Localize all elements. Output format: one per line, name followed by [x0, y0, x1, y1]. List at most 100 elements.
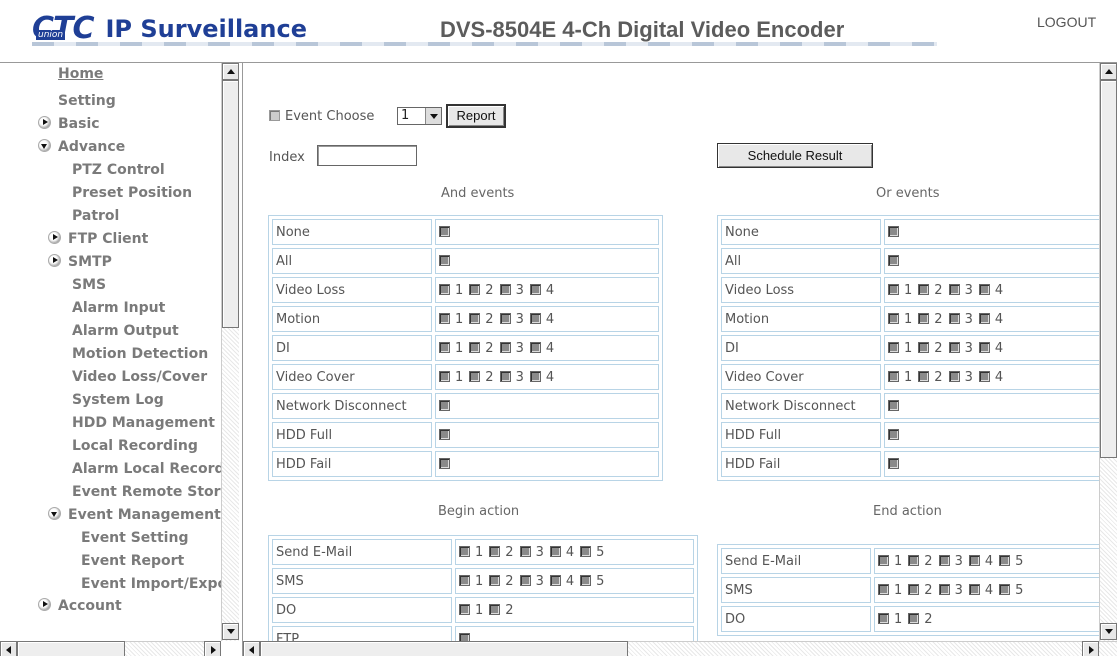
- checkbox-2[interactable]: [489, 603, 501, 615]
- checkbox-2[interactable]: [489, 545, 501, 557]
- checkbox-4[interactable]: [549, 574, 561, 586]
- logout-link[interactable]: LOGOUT: [1037, 14, 1096, 30]
- checkbox-3[interactable]: [519, 574, 531, 586]
- checkbox-2[interactable]: [469, 283, 481, 295]
- scroll-left-arrow-icon[interactable]: [243, 641, 260, 656]
- checkbox-2[interactable]: [908, 554, 920, 566]
- checkbox-1[interactable]: [888, 370, 899, 382]
- checkbox[interactable]: [439, 254, 450, 266]
- nav-event-import-export[interactable]: Event Import/Export: [81, 574, 222, 594]
- checkbox-1[interactable]: [439, 341, 450, 353]
- checkbox-3[interactable]: [948, 341, 960, 353]
- checkbox-3[interactable]: [499, 370, 511, 382]
- checkbox-1[interactable]: [439, 370, 450, 382]
- checkbox-5[interactable]: [999, 554, 1011, 566]
- checkbox[interactable]: [888, 225, 899, 237]
- checkbox-1[interactable]: [888, 341, 899, 353]
- event-choose-checkbox[interactable]: [269, 110, 280, 121]
- main-hscroll-thumb[interactable]: [260, 641, 628, 656]
- checkbox-4[interactable]: [529, 283, 541, 295]
- nav-patrol[interactable]: Patrol: [72, 206, 119, 226]
- index-input[interactable]: [317, 145, 417, 166]
- nav-account[interactable]: Account: [38, 596, 122, 616]
- checkbox-4[interactable]: [978, 341, 990, 353]
- sidebar-hscroll-thumb[interactable]: [17, 641, 125, 656]
- nav-event-remote-storage[interactable]: Event Remote Storage: [72, 482, 222, 502]
- checkbox-1[interactable]: [459, 603, 470, 615]
- checkbox-1[interactable]: [439, 283, 450, 295]
- report-button[interactable]: Report: [446, 104, 506, 128]
- checkbox[interactable]: [888, 254, 899, 266]
- checkbox-3[interactable]: [499, 283, 511, 295]
- scroll-down-arrow-icon[interactable]: [1100, 623, 1117, 640]
- checkbox-4[interactable]: [549, 545, 561, 557]
- checkbox-3[interactable]: [499, 341, 511, 353]
- schedule-result-button[interactable]: Schedule Result: [717, 143, 873, 168]
- checkbox-4[interactable]: [978, 370, 990, 382]
- scroll-down-arrow-icon[interactable]: [222, 623, 239, 640]
- checkbox-4[interactable]: [529, 341, 541, 353]
- checkbox-3[interactable]: [519, 545, 531, 557]
- checkbox-3[interactable]: [499, 312, 511, 324]
- checkbox-2[interactable]: [489, 574, 501, 586]
- scroll-right-arrow-icon[interactable]: [204, 641, 221, 656]
- main-horizontal-scrollbar[interactable]: [243, 641, 1117, 656]
- scroll-left-arrow-icon[interactable]: [0, 641, 17, 656]
- nav-home[interactable]: Home: [58, 64, 103, 84]
- scroll-right-arrow-icon[interactable]: [1082, 641, 1099, 656]
- checkbox-5[interactable]: [580, 574, 592, 586]
- nav-smtp[interactable]: SMTP: [48, 252, 112, 272]
- checkbox-1[interactable]: [439, 312, 450, 324]
- checkbox-4[interactable]: [978, 283, 990, 295]
- nav-hdd-management[interactable]: HDD Management: [72, 413, 215, 433]
- nav-local-recording[interactable]: Local Recording: [72, 436, 198, 456]
- checkbox-2[interactable]: [469, 312, 481, 324]
- nav-preset-position[interactable]: Preset Position: [72, 183, 192, 203]
- checkbox[interactable]: [439, 428, 450, 440]
- nav-system-log[interactable]: System Log: [72, 390, 164, 410]
- nav-basic[interactable]: Basic: [38, 114, 100, 134]
- nav-event-management[interactable]: Event Management: [48, 505, 221, 525]
- nav-alarm-output[interactable]: Alarm Output: [72, 321, 179, 341]
- checkbox-3[interactable]: [938, 583, 950, 595]
- event-choose-select[interactable]: 1: [397, 107, 442, 125]
- checkbox-1[interactable]: [878, 554, 889, 566]
- checkbox-5[interactable]: [999, 583, 1011, 595]
- checkbox-2[interactable]: [918, 341, 930, 353]
- checkbox-2[interactable]: [918, 370, 930, 382]
- nav-ptz-control[interactable]: PTZ Control: [72, 160, 165, 180]
- nav-advance[interactable]: Advance: [38, 137, 125, 157]
- nav-event-report[interactable]: Event Report: [81, 551, 184, 571]
- checkbox-3[interactable]: [948, 370, 960, 382]
- main-vertical-scrollbar[interactable]: [1099, 63, 1117, 641]
- checkbox-1[interactable]: [459, 545, 470, 557]
- checkbox-2[interactable]: [908, 612, 920, 624]
- checkbox-3[interactable]: [938, 554, 950, 566]
- scroll-up-arrow-icon[interactable]: [1100, 63, 1117, 80]
- checkbox[interactable]: [888, 457, 899, 469]
- checkbox[interactable]: [439, 399, 450, 411]
- nav-video-loss-cover[interactable]: Video Loss/Cover: [72, 367, 207, 387]
- checkbox[interactable]: [439, 225, 450, 237]
- checkbox[interactable]: [888, 428, 899, 440]
- checkbox[interactable]: [439, 457, 450, 469]
- nav-ftp-client[interactable]: FTP Client: [48, 229, 148, 249]
- checkbox-1[interactable]: [878, 583, 889, 595]
- checkbox-3[interactable]: [948, 283, 960, 295]
- checkbox-2[interactable]: [469, 341, 481, 353]
- nav-event-setting[interactable]: Event Setting: [81, 528, 188, 548]
- checkbox-2[interactable]: [908, 583, 920, 595]
- checkbox-2[interactable]: [918, 312, 930, 324]
- checkbox[interactable]: [888, 399, 899, 411]
- checkbox-4[interactable]: [968, 583, 980, 595]
- checkbox-2[interactable]: [469, 370, 481, 382]
- checkbox-4[interactable]: [968, 554, 980, 566]
- checkbox-2[interactable]: [918, 283, 930, 295]
- nav-alarm-local-recording[interactable]: Alarm Local Recording: [72, 459, 222, 479]
- scroll-up-arrow-icon[interactable]: [222, 63, 239, 80]
- checkbox-4[interactable]: [529, 312, 541, 324]
- checkbox-4[interactable]: [529, 370, 541, 382]
- checkbox-5[interactable]: [580, 545, 592, 557]
- checkbox-4[interactable]: [978, 312, 990, 324]
- nav-motion-detection[interactable]: Motion Detection: [72, 344, 208, 364]
